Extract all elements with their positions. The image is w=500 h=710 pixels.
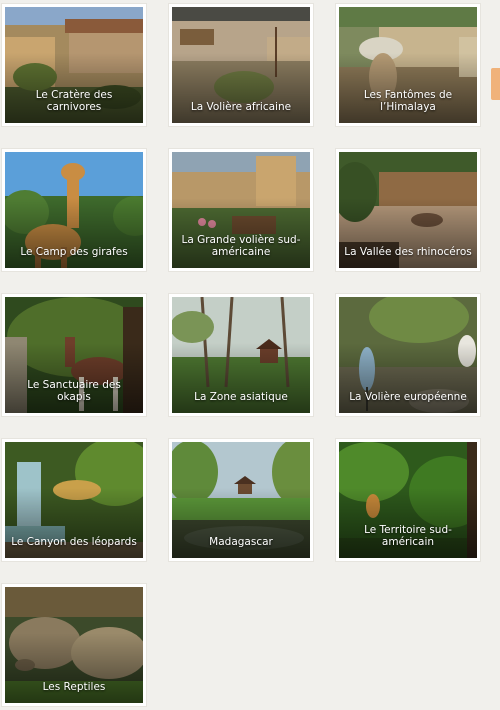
zone-card-sanctuaire-okapis[interactable]: Le Sanctuaire des okapis	[2, 294, 146, 416]
zone-label: La Grande volière sud-américaine	[181, 234, 301, 258]
zone-label: La Vallée des rhinocéros	[344, 246, 472, 258]
side-tab[interactable]	[491, 68, 500, 100]
zone-card-territoire-sud-americain[interactable]: Le Territoire sud-américain	[336, 439, 480, 561]
zone-label: Les Fantômes de l’Himalaya	[363, 89, 453, 113]
zone-label: Le Cratère des carnivores	[35, 89, 113, 113]
zone-grid: Le Cratère des carnivores La Volière afr…	[0, 0, 500, 710]
zone-card-grande-voliere[interactable]: La Grande volière sud-américaine	[169, 149, 313, 271]
zone-label: La Volière européenne	[349, 391, 467, 403]
zone-label: Le Sanctuaire des okapis	[27, 379, 121, 403]
zone-card-madagascar[interactable]: Madagascar	[169, 439, 313, 561]
zone-label: Le Camp des girafes	[20, 246, 128, 258]
zone-label: Madagascar	[209, 536, 273, 548]
zone-card-fantomes-himalaya[interactable]: Les Fantômes de l’Himalaya	[336, 4, 480, 126]
zone-card-zone-asiatique[interactable]: La Zone asiatique	[169, 294, 313, 416]
zone-label: La Zone asiatique	[194, 391, 288, 403]
zone-card-reptiles[interactable]: Les Reptiles	[2, 584, 146, 706]
zone-label: Les Reptiles	[42, 681, 106, 693]
zone-label: Le Canyon des léopards	[11, 536, 137, 548]
zone-label: La Volière africaine	[190, 101, 292, 113]
zone-card-cratere-carnivores[interactable]: Le Cratère des carnivores	[2, 4, 146, 126]
zone-card-canyon-leopards[interactable]: Le Canyon des léopards	[2, 439, 146, 561]
zone-label: Le Territoire sud-américain	[364, 524, 452, 548]
zone-card-vallee-rhinoceros[interactable]: La Vallée des rhinocéros	[336, 149, 480, 271]
zone-card-camp-girafes[interactable]: Le Camp des girafes	[2, 149, 146, 271]
zone-card-voliere-europeenne[interactable]: La Volière européenne	[336, 294, 480, 416]
zone-card-voliere-africaine[interactable]: La Volière africaine	[169, 4, 313, 126]
